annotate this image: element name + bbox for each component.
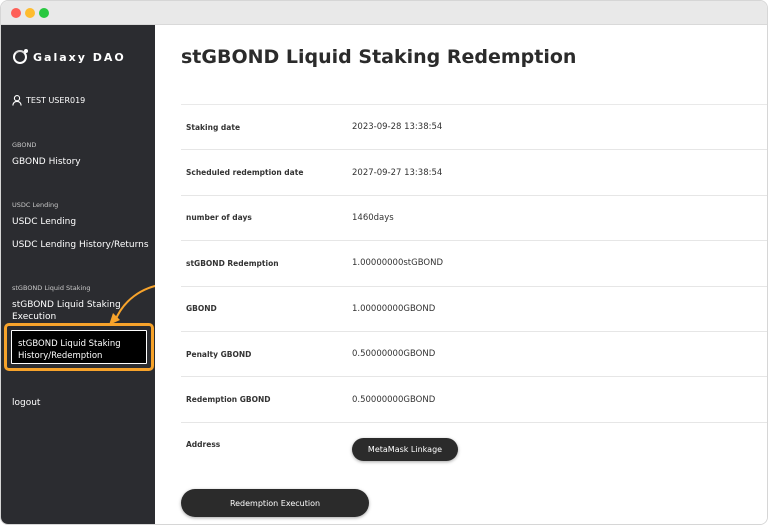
row-value-staking-date: 2023-09-28 13:38:54 [352,122,443,133]
sidebar-item-usdc-lending[interactable]: USDC Lending [12,216,150,228]
redemption-details-table: Staking date 2023-09-28 13:38:54 Schedul… [181,104,767,467]
close-window-button[interactable] [11,8,21,18]
sidebar-item-stgbond-execution[interactable]: stGBOND Liquid Staking Execution [12,299,150,323]
user-info: TEST USER019 [12,95,85,106]
row-value-gbond: 1.00000000GBOND [352,303,436,314]
row-value-number-of-days: 1460days [352,212,394,223]
table-row: Penalty GBOND 0.50000000GBOND [181,330,767,376]
row-label-gbond: GBOND [186,304,217,314]
table-row: GBOND 1.00000000GBOND [181,285,767,331]
sidebar-item-stgbond-history-redemption[interactable]: stGBOND Liquid Staking History/Redemptio… [11,330,147,364]
row-value-scheduled-redemption-date: 2027-09-27 13:38:54 [352,167,443,178]
row-label-redemption-gbond: Redemption GBOND [186,395,271,405]
row-label-penalty-gbond: Penalty GBOND [186,349,252,359]
row-value-redemption-gbond: 0.50000000GBOND [352,394,436,405]
redemption-execution-button[interactable]: Redemption Execution [181,489,369,517]
page-title: stGBOND Liquid Staking Redemption [181,46,577,68]
table-row: stGBOND Redemption 1.00000000stGBOND [181,240,767,285]
row-value-stgbond-redemption: 1.00000000stGBOND [352,258,443,269]
brand-logo[interactable]: Galaxy DAO [13,48,126,66]
metamask-linkage-button[interactable]: MetaMask Linkage [352,438,458,461]
row-label-number-of-days: number of days [186,213,252,223]
row-label-stgbond-redemption: stGBOND Redemption [186,258,279,268]
section-label-usdc-lending: USDC Lending [12,201,59,209]
user-icon [12,95,22,106]
row-label-scheduled-redemption-date: Scheduled redemption date [186,168,304,178]
sidebar-item-usdc-lending-history[interactable]: USDC Lending History/Returns [12,239,150,251]
table-row: Scheduled redemption date 2027-09-27 13:… [181,149,767,194]
user-name: TEST USER019 [26,96,86,105]
highlighted-sidebar-item: stGBOND Liquid Staking History/Redemptio… [4,323,154,371]
table-row: number of days 1460days [181,194,767,240]
table-row: Staking date 2023-09-28 13:38:54 [181,104,767,149]
row-value-penalty-gbond: 0.50000000GBOND [352,349,436,360]
table-row: Address [181,421,767,467]
main-content: stGBOND Liquid Staking Redemption Stakin… [155,25,767,524]
row-label-address: Address [186,440,221,450]
title-bar [1,1,767,25]
table-row: Redemption GBOND 0.50000000GBOND [181,376,767,421]
section-label-stgbond-liquid-staking: stGBOND Liquid Staking [12,284,91,292]
sidebar: Galaxy DAO TEST USER019 GBOND GBOND Hist… [1,25,155,524]
app-window: Galaxy DAO TEST USER019 GBOND GBOND Hist… [0,0,768,525]
sidebar-item-logout[interactable]: logout [12,397,150,409]
planet-icon [13,49,28,64]
maximize-window-button[interactable] [39,8,49,18]
brand-name: Galaxy DAO [33,50,126,64]
section-label-gbond: GBOND [12,141,37,149]
sidebar-item-gbond-history[interactable]: GBOND History [12,156,150,168]
minimize-window-button[interactable] [25,8,35,18]
sidebar-item-label: stGBOND Liquid Staking History/Redemptio… [18,339,121,361]
row-label-staking-date: Staking date [186,122,241,132]
